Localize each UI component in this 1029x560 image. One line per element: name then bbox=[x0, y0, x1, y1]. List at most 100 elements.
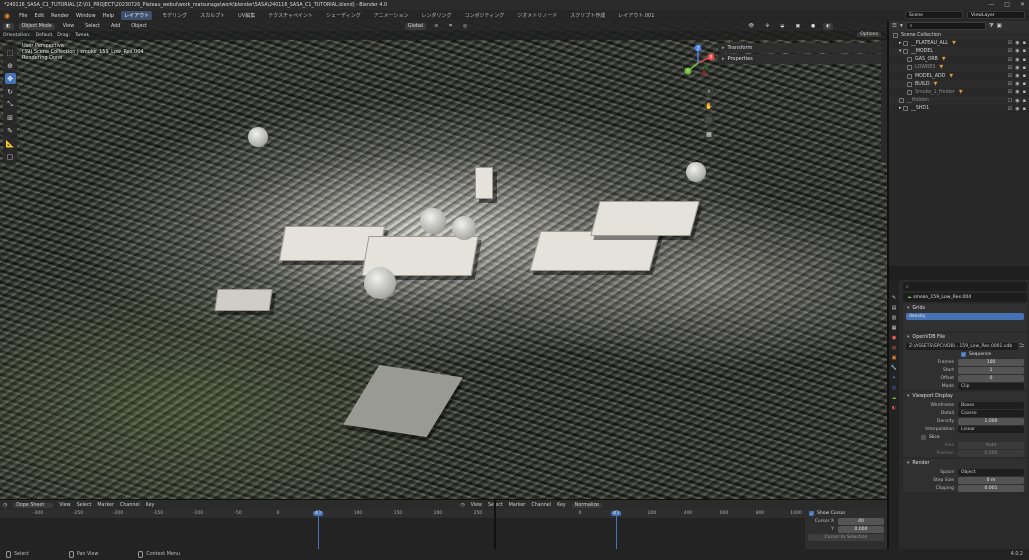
outliner-row-collection[interactable]: LOWRES ▼ ☑ ◉ ▪ bbox=[889, 63, 1029, 72]
dope-marker-menu[interactable]: Marker bbox=[97, 503, 114, 508]
workspace-tab-layout-001[interactable]: レイアウト.001 bbox=[615, 11, 657, 20]
outliner-row-collection[interactable]: ▸ __SHD1 ☑ ◉ ▪ bbox=[889, 105, 1029, 113]
workspace-tab-layout[interactable]: レイアウト bbox=[121, 11, 153, 20]
visibility-toggles[interactable]: ☑ ◉ ▪ bbox=[1008, 89, 1026, 95]
camera-icon[interactable]: ▪ bbox=[1023, 106, 1026, 112]
dope-sheet-editor[interactable]: ◷ Dope Sheet View Select Marker Channel … bbox=[0, 499, 887, 550]
3d-viewport[interactable]: ◧ Object Mode View Select Add Object Glo… bbox=[0, 21, 887, 499]
editor-type-icon[interactable]: ◧ bbox=[3, 22, 14, 30]
visibility-toggles[interactable]: ☑ ◉ ▪ bbox=[1008, 40, 1026, 46]
folder-icon[interactable]: 🗀 bbox=[1018, 342, 1024, 350]
start-field[interactable]: 1 bbox=[958, 366, 1024, 374]
slice-checkbox[interactable]: Slice bbox=[921, 434, 940, 440]
tool-tab-icon[interactable]: ✎ bbox=[891, 294, 898, 301]
perspective-toggle-icon[interactable]: ▦ bbox=[704, 129, 714, 139]
minimize-button[interactable]: — bbox=[988, 1, 994, 8]
new-collection-icon[interactable]: ▣ bbox=[997, 23, 1002, 29]
render-section-header[interactable]: Render bbox=[903, 459, 1027, 468]
outliner-row-collection[interactable]: GAS_ORB ▼ ☑ ◉ ▪ bbox=[889, 56, 1029, 64]
particles-tab-icon[interactable]: ✦ bbox=[891, 374, 898, 381]
checkbox-icon[interactable]: ✓ bbox=[809, 510, 814, 516]
graph-key-menu[interactable]: Key bbox=[557, 503, 566, 508]
eye-icon[interactable]: ◉ bbox=[1015, 40, 1019, 46]
clipping-field[interactable]: 0.001 bbox=[958, 484, 1024, 492]
area-divider[interactable] bbox=[889, 266, 1029, 280]
properties-search-input[interactable]: ⌕ bbox=[903, 282, 1027, 291]
visibility-toggles[interactable]: ☑ ◉ ▪ bbox=[1008, 106, 1026, 112]
blender-logo-icon[interactable]: ◉ bbox=[4, 12, 10, 20]
visibility-toggles[interactable]: ☑ ◉ ▪ bbox=[1008, 73, 1026, 79]
normalize-toggle[interactable]: Normalize bbox=[571, 502, 602, 508]
outliner-search-input[interactable]: ⌕ bbox=[905, 22, 986, 30]
axis-dropdown[interactable]: Auto bbox=[958, 441, 1024, 449]
detail-dropdown[interactable]: Coarse bbox=[958, 409, 1024, 417]
visibility-toggles[interactable]: ☑ ◉ ▪ bbox=[1008, 81, 1026, 87]
gizmo-neg-x-icon[interactable] bbox=[701, 70, 707, 76]
workspace-tab-sculpt[interactable]: スカルプト bbox=[197, 11, 228, 20]
visibility-toggles[interactable]: ☐ ◉ ▪ bbox=[1008, 98, 1026, 104]
workspace-tab-geometry-nodes[interactable]: ジオメトリノード bbox=[514, 11, 560, 20]
volume-data-tab-icon[interactable]: ☁ bbox=[891, 394, 898, 401]
frames-field[interactable]: 100 bbox=[958, 358, 1024, 366]
workspace-tab-modeling[interactable]: モデリング bbox=[159, 11, 190, 20]
gizmo-toggle-icon[interactable]: ✣ bbox=[762, 23, 772, 30]
checkbox-icon[interactable]: ☑ bbox=[1008, 65, 1012, 71]
display-mode-icon[interactable]: ▾ bbox=[900, 23, 903, 29]
cursor-y-field[interactable]: 0.000 bbox=[838, 525, 884, 533]
drag-dropdown[interactable]: Tweak bbox=[75, 33, 89, 38]
workspace-tab-uv[interactable]: UV編集 bbox=[235, 11, 258, 20]
checkbox-icon[interactable]: ☑ bbox=[1008, 40, 1012, 46]
visibility-toggles[interactable]: ☑ ◉ ▪ bbox=[1008, 57, 1026, 63]
object-tab-icon[interactable]: ▣ bbox=[891, 354, 898, 361]
space-dropdown[interactable]: Object bbox=[958, 468, 1024, 476]
scale-tool-icon[interactable]: ⤡ bbox=[5, 99, 16, 110]
datablock-name-field[interactable]: ☁ smoke_159_Low_Res.004 bbox=[903, 293, 1027, 302]
mode-dropdown[interactable]: Clip bbox=[958, 382, 1024, 390]
menu-window[interactable]: Window bbox=[76, 13, 96, 19]
output-tab-icon[interactable]: ▥ bbox=[891, 314, 898, 321]
workspace-tab-compositing[interactable]: コンポジティング bbox=[462, 11, 508, 20]
checkbox-icon[interactable]: ☐ bbox=[1008, 98, 1012, 104]
outliner-row-collection[interactable]: Smoke_1_Holder ▼ ☑ ◉ ▪ bbox=[889, 88, 1029, 96]
pivot-icon[interactable]: ⊙ bbox=[431, 23, 441, 30]
world-tab-icon[interactable]: ◍ bbox=[891, 344, 898, 351]
dope-sheet-mode-dropdown[interactable]: Dope Sheet bbox=[13, 502, 54, 508]
wireframe-dropdown[interactable]: Boxes bbox=[958, 401, 1024, 409]
maximize-button[interactable]: □ bbox=[1004, 1, 1010, 8]
visibility-icon[interactable]: 👁 bbox=[745, 23, 757, 30]
visibility-toggles[interactable]: ☑ ◉ ▪ bbox=[1008, 48, 1026, 54]
close-button[interactable]: ✕ bbox=[1020, 1, 1025, 8]
dope-select-menu[interactable]: Select bbox=[77, 503, 92, 508]
graph-editor-ruler[interactable]: 0402004006008001000 bbox=[496, 510, 806, 518]
step-size-field[interactable]: 0 m bbox=[958, 476, 1024, 484]
workspace-tab-animation[interactable]: アニメーション bbox=[371, 11, 412, 20]
grids-list[interactable]: density bbox=[903, 313, 1027, 331]
eye-icon[interactable]: ◉ bbox=[1015, 57, 1019, 63]
outliner-row-collection[interactable]: ▸ __PLATEAU_ALL ▼ ☑ ◉ ▪ bbox=[889, 39, 1029, 47]
dope-key-menu[interactable]: Key bbox=[146, 503, 155, 508]
filter-icon[interactable]: ⧩ bbox=[989, 23, 994, 30]
measure-tool-icon[interactable]: 📐 bbox=[5, 138, 16, 149]
zoom-icon[interactable]: ⌕ bbox=[704, 87, 714, 97]
overlay-toggle-icon[interactable]: ◒ bbox=[777, 23, 787, 30]
cursor-x-field[interactable]: 40 bbox=[838, 517, 884, 525]
select-menu[interactable]: Select bbox=[82, 23, 103, 30]
viewport-display-section-header[interactable]: Viewport Display bbox=[903, 392, 1027, 401]
eye-icon[interactable]: ◉ bbox=[1015, 106, 1019, 112]
grid-list-item[interactable]: density bbox=[906, 313, 1024, 320]
camera-icon[interactable]: ▪ bbox=[1023, 73, 1026, 79]
offset-field[interactable]: 0 bbox=[958, 374, 1024, 382]
checkbox-icon[interactable]: ✓ bbox=[961, 351, 966, 357]
openvdb-section-header[interactable]: OpenVDB File bbox=[903, 333, 1027, 342]
menu-file[interactable]: File bbox=[19, 13, 27, 19]
render-tab-icon[interactable]: ▤ bbox=[891, 304, 898, 311]
dope-channel-menu[interactable]: Channel bbox=[120, 503, 140, 508]
workspace-tab-shading[interactable]: シェーディング bbox=[323, 11, 364, 20]
graph-channel-menu[interactable]: Channel bbox=[531, 503, 551, 508]
transform-orientation-dropdown[interactable]: Global bbox=[404, 22, 427, 30]
outliner-row-collection[interactable]: BUILD ▼ ☑ ◉ ▪ bbox=[889, 80, 1029, 89]
outliner-editor-icon[interactable]: ☰ bbox=[892, 23, 897, 29]
camera-icon[interactable]: ▪ bbox=[1023, 98, 1026, 104]
properties-panel-header[interactable]: Properties bbox=[718, 54, 886, 64]
checkbox-icon[interactable]: ☑ bbox=[1008, 48, 1012, 54]
